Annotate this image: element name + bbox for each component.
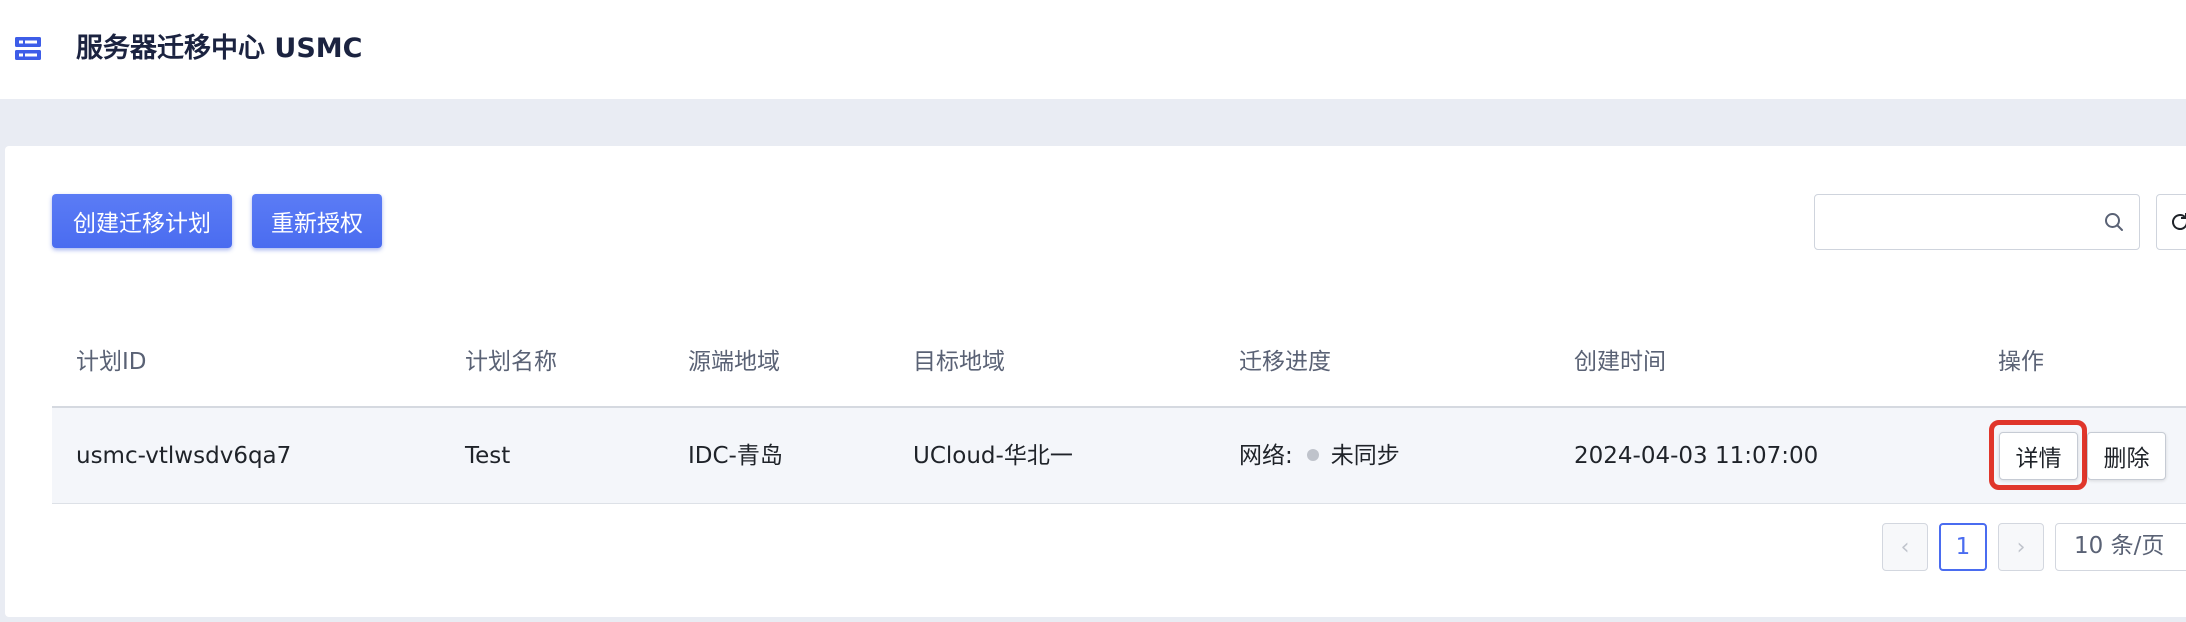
cell-progress: 网络: 未同步: [1239, 438, 1400, 474]
cell-created-time: 2024-04-03 11:07:00: [1574, 443, 1819, 469]
page-size-select[interactable]: 10 条/页: [2055, 523, 2186, 571]
delete-button[interactable]: 删除: [2087, 432, 2166, 480]
top-bar: 服务器迁移中心 USMC: [0, 0, 2186, 99]
column-header-created-time: 创建时间: [1574, 349, 1666, 375]
column-header-actions: 操作: [1998, 349, 2044, 375]
refresh-icon: [2172, 213, 2186, 230]
search-icon[interactable]: [2103, 211, 2125, 233]
refresh-button[interactable]: [2156, 194, 2186, 250]
column-header-plan-id: 计划ID: [76, 349, 147, 375]
column-header-plan-name: 计划名称: [465, 349, 557, 375]
page-number-current[interactable]: 1: [1939, 523, 1987, 571]
cell-source-region: IDC-青岛: [688, 443, 783, 469]
table-row: [52, 408, 2186, 504]
progress-status: 未同步: [1330, 443, 1400, 469]
app-title: 服务器迁移中心 USMC: [76, 33, 363, 64]
cell-plan-id: usmc-vtlwsdv6qa7: [76, 443, 292, 469]
prev-page-button[interactable]: ‹: [1882, 523, 1928, 571]
progress-label: 网络:: [1239, 443, 1293, 469]
column-header-source-region: 源端地域: [688, 349, 780, 375]
detail-button[interactable]: 详情: [1999, 432, 2078, 480]
column-header-progress: 迁移进度: [1239, 349, 1331, 375]
create-plan-button[interactable]: 创建迁移计划: [52, 194, 232, 248]
status-dot: [1306, 449, 1319, 461]
search-input[interactable]: [1814, 194, 2140, 250]
reauthorize-button[interactable]: 重新授权: [252, 194, 382, 248]
cell-plan-name: Test: [465, 443, 511, 469]
server-icon: [15, 37, 41, 60]
cell-target-region: UCloud-华北一: [913, 443, 1073, 469]
next-page-button[interactable]: ›: [1998, 523, 2044, 571]
column-header-target-region: 目标地域: [913, 349, 1005, 375]
